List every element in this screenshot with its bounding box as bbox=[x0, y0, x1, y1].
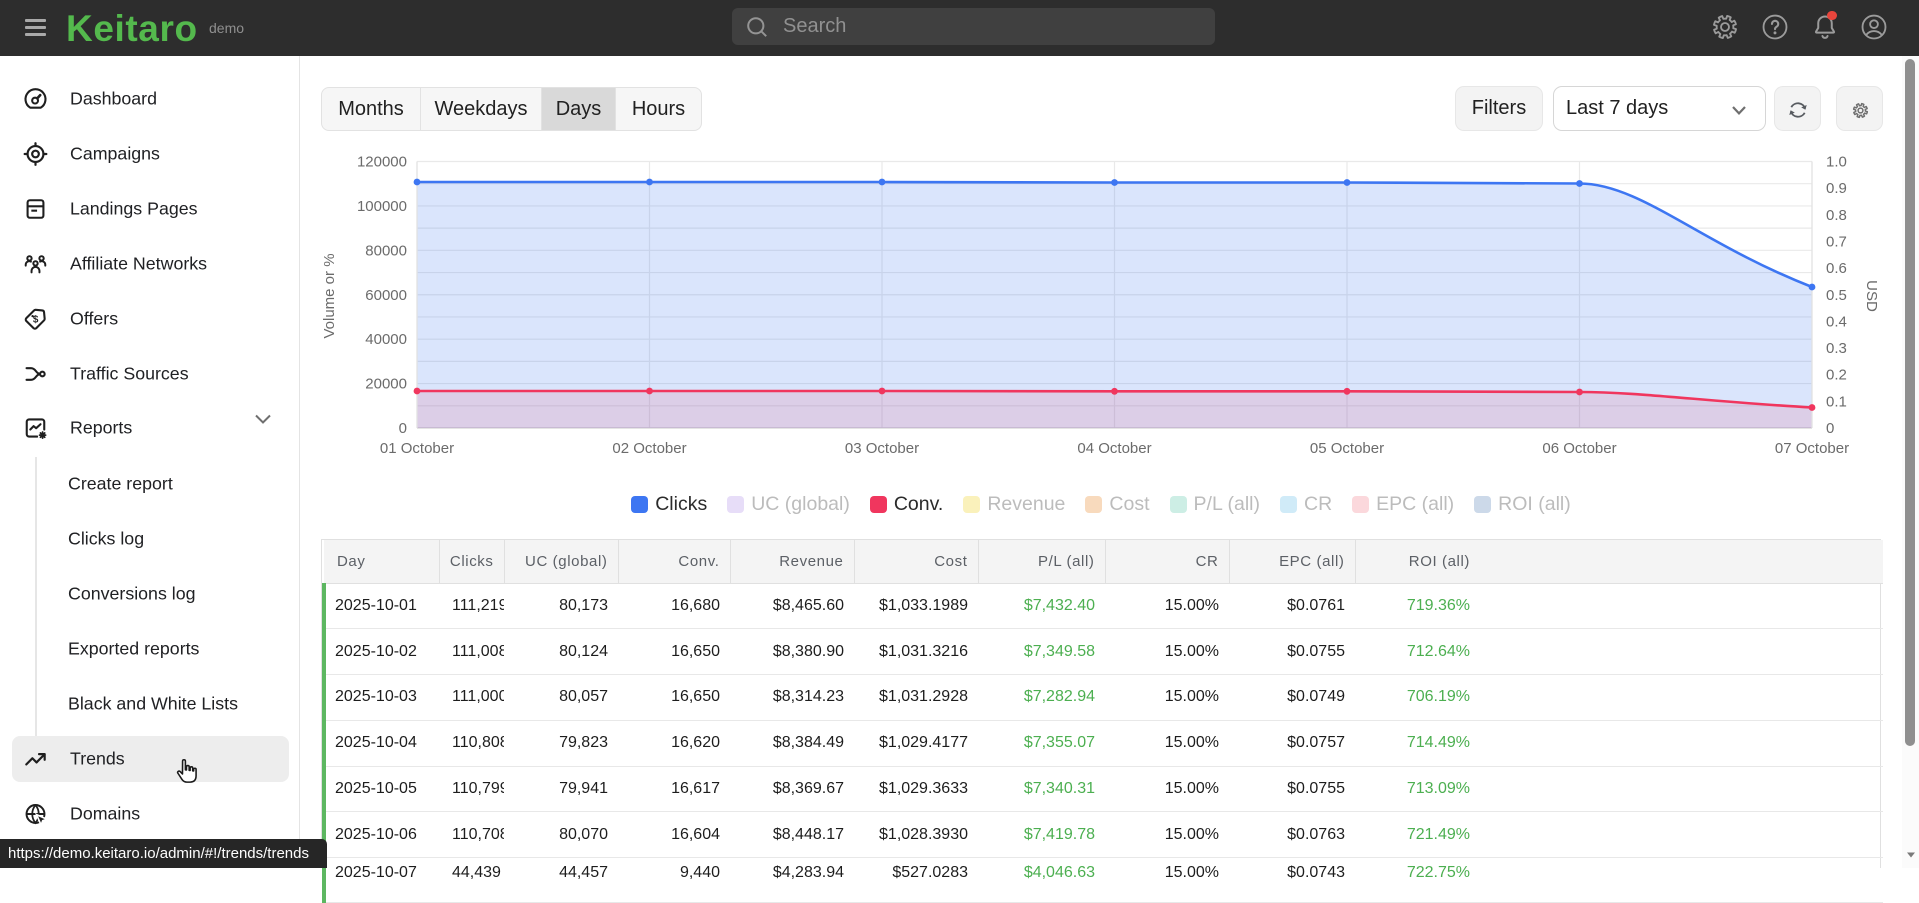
svg-text:06 October: 06 October bbox=[1542, 440, 1616, 457]
svg-text:40000: 40000 bbox=[365, 331, 407, 348]
svg-text:60000: 60000 bbox=[365, 287, 407, 304]
svg-text:0.9: 0.9 bbox=[1826, 180, 1847, 197]
svg-text:0.1: 0.1 bbox=[1826, 393, 1847, 410]
svg-text:04 October: 04 October bbox=[1077, 440, 1151, 457]
svg-text:0.7: 0.7 bbox=[1826, 233, 1847, 250]
svg-text:100000: 100000 bbox=[357, 198, 407, 215]
svg-text:1.0: 1.0 bbox=[1826, 154, 1847, 171]
svg-text:07 October: 07 October bbox=[1775, 440, 1849, 457]
svg-text:0.5: 0.5 bbox=[1826, 287, 1847, 304]
svg-text:0.6: 0.6 bbox=[1826, 260, 1847, 277]
svg-text:0.4: 0.4 bbox=[1826, 313, 1847, 330]
svg-text:20000: 20000 bbox=[365, 376, 407, 393]
svg-text:01 October: 01 October bbox=[380, 440, 454, 457]
svg-text:02 October: 02 October bbox=[612, 440, 686, 457]
svg-text:03 October: 03 October bbox=[845, 440, 919, 457]
svg-text:0: 0 bbox=[1826, 420, 1834, 437]
svg-text:80000: 80000 bbox=[365, 242, 407, 259]
svg-text:USD: USD bbox=[1863, 280, 1880, 312]
svg-text:05 October: 05 October bbox=[1310, 440, 1384, 457]
svg-text:$: $ bbox=[33, 314, 39, 325]
svg-text:0.8: 0.8 bbox=[1826, 207, 1847, 224]
svg-text:120000: 120000 bbox=[357, 154, 407, 171]
svg-text:0: 0 bbox=[399, 420, 407, 437]
svg-text:0.2: 0.2 bbox=[1826, 367, 1847, 384]
svg-text:Volume or %: Volume or % bbox=[321, 253, 338, 338]
svg-text:0.3: 0.3 bbox=[1826, 340, 1847, 357]
